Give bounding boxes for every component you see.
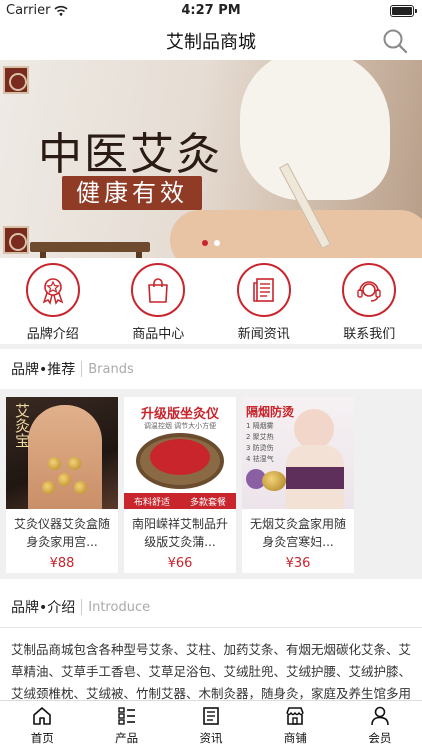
- tab-label: 商铺: [283, 731, 307, 745]
- banner-headline: 中医艾灸: [38, 129, 222, 180]
- product-list: 艾灸宝 艾灸仪器艾灸盒随身灸家用宫... ¥88 升级版坐灸仪 调温控烟 调节大…: [0, 389, 422, 579]
- product-price: ¥36: [285, 556, 311, 571]
- product-price: ¥88: [49, 556, 75, 571]
- tab-products[interactable]: 产品: [84, 701, 168, 750]
- quick-nav-product-center[interactable]: 商品中心: [106, 258, 212, 344]
- tab-label: 会员: [368, 731, 392, 745]
- page-title: 艾制品商城: [166, 32, 256, 53]
- product-image-caption: 调温控烟 调节大小方便: [143, 422, 217, 430]
- news-icon: [203, 707, 219, 725]
- brands-section-header: 品牌•推荐 Brands: [0, 349, 422, 389]
- image-list-item: 2 聚艾热: [246, 433, 274, 441]
- quick-nav-icon-circle: [25, 263, 80, 317]
- quick-nav-icon-circle: [342, 263, 397, 317]
- quick-nav-brand-intro[interactable]: 品牌介绍: [0, 258, 106, 344]
- tab-home[interactable]: 首页: [0, 701, 84, 750]
- product-image-text: 升级版坐灸仪: [140, 407, 219, 422]
- banner-practitioner-image: [240, 60, 390, 200]
- search-icon[interactable]: [380, 26, 410, 56]
- section-subtitle: Introduce: [88, 599, 151, 615]
- section-title: 品牌•介绍: [11, 600, 76, 616]
- shopping-bag-icon: [148, 278, 169, 303]
- cup-shape: [74, 481, 87, 494]
- status-time: 4:27 PM: [181, 3, 241, 18]
- user-icon: [371, 706, 389, 726]
- product-image-text: 隔烟防烫: [246, 405, 295, 419]
- product-image: 升级版坐灸仪 调温控烟 调节大小方便 布料舒适 多款套餐: [124, 397, 236, 509]
- belt-shape: [286, 467, 344, 489]
- quick-nav-icon-circle: [131, 263, 186, 317]
- product-name: 无烟艾灸盒家用随身灸宫寒妇...: [249, 517, 346, 549]
- tab-label: 资讯: [199, 731, 223, 745]
- quick-nav-label: 联系我们: [343, 327, 396, 342]
- image-list-item: 1 隔烟雾: [246, 422, 274, 430]
- quick-nav-label: 商品中心: [132, 327, 185, 342]
- carousel-dot[interactable]: [214, 240, 220, 246]
- home-icon: [33, 707, 52, 725]
- seat-top-shape: [150, 439, 210, 475]
- product-card[interactable]: 艾灸宝 艾灸仪器艾灸盒随身灸家用宫... ¥88: [6, 397, 118, 573]
- product-image: 隔烟防烫 1 隔烟雾 2 聚艾热 3 防烫伤 4 祛湿气: [242, 397, 354, 509]
- tab-label: 产品: [115, 731, 139, 745]
- seal-logo-icon: [3, 66, 29, 94]
- product-list-icon: [117, 707, 135, 725]
- carousel-dot-active[interactable]: [202, 240, 208, 246]
- product-image: 艾灸宝: [6, 397, 118, 509]
- quick-nav-contact[interactable]: 联系我们: [317, 258, 422, 344]
- quick-nav: 品牌介绍 商品中心 新闻资讯 联系我们: [0, 258, 422, 344]
- quick-nav-label: 品牌介绍: [26, 327, 79, 342]
- section-subtitle: Brands: [88, 361, 134, 377]
- banner-arm-image: [170, 210, 422, 258]
- cup-shape: [68, 457, 81, 470]
- cup-shape: [42, 481, 55, 494]
- strip-left-text: 布料舒适: [133, 497, 170, 508]
- carousel-indicator: [0, 240, 422, 246]
- image-list-item: 4 祛湿气: [246, 455, 274, 463]
- tab-member[interactable]: 会员: [338, 701, 422, 750]
- cup-shape: [58, 473, 71, 486]
- product-price: ¥66: [167, 556, 193, 571]
- product-image-strip: 布料舒适 多款套餐: [124, 493, 236, 509]
- tab-news[interactable]: 资讯: [169, 701, 253, 750]
- status-bar: Carrier 4:27 PM: [0, 0, 422, 22]
- banner-subline: 健康有效: [62, 176, 202, 210]
- headset-icon: [357, 281, 381, 302]
- nav-bar: 艾制品商城: [0, 22, 422, 60]
- image-list-item: 3 防烫伤: [246, 444, 274, 452]
- product-name: 艾灸仪器艾灸盒随身灸家用宫...: [13, 517, 110, 549]
- intro-section-header: 品牌•介绍 Introduce: [0, 587, 422, 627]
- banner-carousel[interactable]: 中医艾灸 健康有效: [0, 60, 422, 258]
- battery-icon: [390, 5, 417, 17]
- tab-store[interactable]: 商铺: [253, 701, 337, 750]
- strip-right-text: 多款套餐: [189, 497, 226, 508]
- product-image-list: 1 隔烟雾 2 聚艾热 3 防烫伤 4 祛湿气: [246, 421, 274, 465]
- title-separator: [81, 361, 83, 377]
- moxa-box-shape: [262, 471, 286, 491]
- section-title: 品牌•推荐: [11, 362, 76, 378]
- product-image-text: 艾灸宝: [13, 403, 31, 448]
- product-image-figure: [28, 405, 102, 509]
- store-icon: [286, 707, 305, 725]
- product-name: 南阳嵘祥艾制品升级版艾灸蒲...: [131, 517, 228, 549]
- quick-nav-news[interactable]: 新闻资讯: [211, 258, 317, 344]
- news-document-icon: [252, 278, 274, 302]
- quick-nav-icon-circle: [236, 263, 291, 317]
- tab-bar: 首页 产品 资讯 商铺 会员: [0, 700, 422, 750]
- model-head-shape: [294, 409, 334, 449]
- intro-text: 艾制品商城包含各种型号艾条、艾柱、加药艾条、有烟无烟碳化艾条、艾草精油、艾草手工…: [0, 633, 422, 701]
- tab-label: 首页: [30, 731, 54, 745]
- cup-shape: [48, 457, 61, 470]
- quick-nav-label: 新闻资讯: [237, 327, 290, 342]
- title-separator: [81, 599, 83, 615]
- product-card[interactable]: 升级版坐灸仪 调温控烟 调节大小方便 布料舒适 多款套餐 南阳嵘祥艾制品升级版艾…: [124, 397, 236, 573]
- award-badge-icon: [42, 278, 64, 305]
- product-card[interactable]: 隔烟防烫 1 隔烟雾 2 聚艾热 3 防烫伤 4 祛湿气 无烟艾灸盒家用随身灸宫…: [242, 397, 354, 573]
